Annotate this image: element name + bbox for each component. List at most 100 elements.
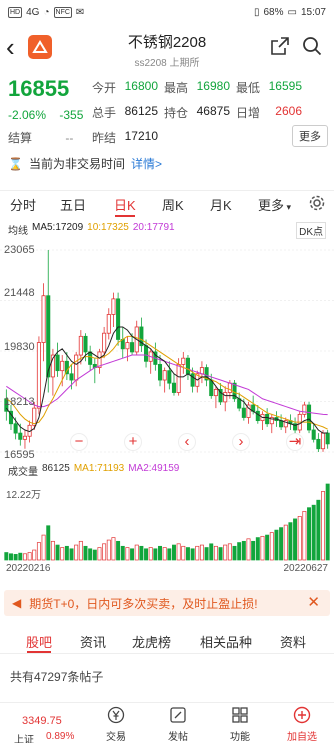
- volume-bar: [13, 554, 18, 561]
- header: ‹ 不锈钢2208 ss2208 上期所: [0, 26, 334, 72]
- candle-body: [18, 432, 23, 440]
- more-button[interactable]: 更多: [292, 125, 328, 147]
- volume-chart[interactable]: [0, 482, 334, 562]
- scroll-left-button[interactable]: ‹: [178, 433, 196, 451]
- dropdown-caret-icon: ▾: [284, 202, 292, 212]
- candle-body: [144, 345, 149, 362]
- nfc-indicator: NFC: [53, 7, 72, 18]
- trade-label: 交易: [106, 732, 126, 743]
- candlestick-chart[interactable]: [0, 234, 334, 460]
- quote-value: 17210: [124, 129, 158, 143]
- reset-button[interactable]: ⇥: [286, 433, 304, 451]
- tab-more[interactable]: 更多 ▾: [258, 195, 291, 214]
- notice-text: 当前为非交易时间: [28, 157, 125, 171]
- volume-bar: [32, 549, 37, 561]
- tab-monthly-k[interactable]: 月K: [210, 195, 232, 214]
- close-icon[interactable]: ✕: [307, 593, 320, 611]
- change-percent: -2.06%: [8, 108, 47, 122]
- volume-bar: [218, 547, 223, 561]
- wifi-icon: ◔: [43, 7, 50, 18]
- volume-bar: [78, 540, 83, 561]
- candle-body: [213, 389, 218, 397]
- candle-body: [167, 370, 172, 384]
- volume-bar: [102, 543, 107, 561]
- start-date: 20220216: [6, 563, 51, 574]
- ma10-line: [6, 335, 328, 430]
- hd-indicator: HD: [8, 7, 23, 18]
- price-axis-label: 16595: [4, 449, 35, 461]
- volume-bar: [232, 545, 237, 561]
- volume-bar: [321, 491, 325, 561]
- tab-forum[interactable]: 股吧: [26, 632, 52, 651]
- app-logo-icon: [28, 35, 52, 59]
- tab-weekly-k[interactable]: 周K: [162, 195, 184, 214]
- tab-intraday[interactable]: 分时: [10, 195, 36, 214]
- tab-underline: [115, 215, 135, 217]
- search-icon[interactable]: [302, 36, 322, 61]
- candle-body: [316, 438, 321, 450]
- gear-icon[interactable]: [308, 194, 326, 217]
- volume-bar: [4, 552, 9, 561]
- post-button[interactable]: 发帖: [158, 706, 198, 743]
- edit-icon: [170, 707, 186, 723]
- quote-label: 持仓: [164, 106, 189, 120]
- volume-bar: [139, 545, 144, 561]
- last-price: 16855: [8, 76, 70, 101]
- volume-bar: [55, 544, 60, 561]
- functions-button[interactable]: 功能: [220, 706, 260, 743]
- volume-bar: [325, 483, 330, 561]
- battery-icon: ▭: [287, 7, 297, 18]
- quote-label: 昨结: [92, 131, 117, 145]
- candle-body: [111, 298, 116, 315]
- volume-bar: [176, 543, 181, 561]
- volume-bar: [92, 549, 97, 561]
- bottom-bar: 3349.75 上证 0.89% 交易 发帖 功能 加自选: [0, 702, 334, 743]
- quote-value: 16980: [196, 79, 230, 93]
- volume-bar: [213, 545, 218, 561]
- volume-ma2: MA2:49159: [128, 463, 180, 474]
- share-icon[interactable]: [270, 36, 290, 61]
- tab-related[interactable]: 相关品种: [200, 632, 252, 651]
- price-axis-label: 18213: [4, 396, 35, 408]
- candle-body: [88, 351, 93, 365]
- back-icon[interactable]: ‹: [6, 34, 15, 60]
- volume-bar: [283, 524, 288, 561]
- candle-body: [241, 407, 246, 418]
- volume-bar: [223, 544, 228, 561]
- add-watchlist-button[interactable]: 加自选: [282, 706, 322, 743]
- volume-value: 86125: [42, 463, 70, 474]
- end-date: 20220627: [283, 563, 329, 574]
- volume-bar: [9, 553, 13, 561]
- promo-banner[interactable]: ◀ 期货T+0，日内可多次买卖，及时止盈止损! ✕: [4, 590, 330, 616]
- zoom-out-button[interactable]: −: [70, 433, 88, 451]
- content-tabs: 股吧 资讯 龙虎榜 相关品种 资料: [0, 628, 334, 654]
- candle-body: [302, 404, 307, 415]
- tab-dragon-tiger[interactable]: 龙虎榜: [132, 632, 171, 651]
- candle-body: [279, 420, 284, 428]
- tab-news[interactable]: 资讯: [80, 632, 106, 651]
- index-name[interactable]: 上证: [14, 731, 34, 743]
- volume-bar: [41, 534, 46, 561]
- trade-button[interactable]: 交易: [96, 706, 136, 743]
- volume-bar: [172, 544, 176, 561]
- candle-body: [102, 332, 107, 353]
- index-change[interactable]: 0.89%: [46, 731, 74, 742]
- quote-row-2: 总手 86125 持仓 46875 日增 2606: [92, 104, 308, 121]
- candle-body: [120, 339, 125, 350]
- quote-label: 最低: [236, 81, 261, 95]
- tab-daily-k[interactable]: 日K: [114, 195, 136, 214]
- hourglass-icon: ⌛: [8, 156, 23, 171]
- volume-bar: [125, 547, 130, 561]
- tab-five-day[interactable]: 五日: [60, 195, 86, 214]
- scroll-right-button[interactable]: ›: [232, 433, 250, 451]
- volume-bar: [209, 543, 214, 561]
- volume-bar: [237, 542, 242, 561]
- volume-bar: [199, 544, 204, 561]
- notification-icon: ✉: [75, 7, 85, 18]
- zoom-in-button[interactable]: +: [124, 433, 142, 451]
- tab-profile[interactable]: 资料: [280, 632, 306, 651]
- candle-body: [32, 407, 37, 426]
- detail-link[interactable]: 详情>: [131, 155, 162, 172]
- candle-body: [55, 354, 60, 372]
- index-value[interactable]: 3349.75: [22, 715, 62, 727]
